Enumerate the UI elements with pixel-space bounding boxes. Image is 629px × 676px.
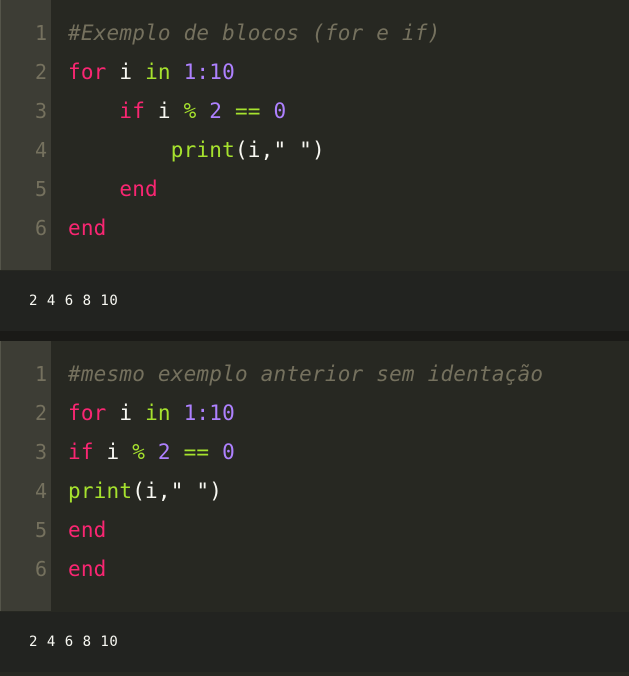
code-text: if i % 2 == 0: [68, 440, 235, 464]
line-number: 6: [34, 215, 47, 240]
code-token: #Exemplo de blocos (for e if): [68, 20, 441, 45]
code-token: in: [145, 59, 171, 84]
code-token: end: [68, 215, 107, 240]
code-token: 2: [157, 439, 171, 464]
code-token: (i," "): [234, 137, 325, 162]
cell-divider: [0, 331, 629, 341]
code-text: end: [68, 216, 107, 240]
code-token: 1:10: [183, 400, 235, 425]
line-number: 5: [34, 517, 47, 542]
line-number: 1: [34, 361, 47, 386]
code-line[interactable]: 1 #mesmo exemplo anterior sem identação: [0, 354, 629, 393]
cell-output: 2 4 6 8 10: [0, 611, 629, 672]
code-line[interactable]: 3 if i % 2 == 0: [0, 432, 629, 471]
code-token: for: [68, 400, 107, 425]
code-text: #Exemplo de blocos (for e if): [68, 21, 440, 45]
code-line[interactable]: 6 end: [0, 208, 629, 247]
code-token: print: [170, 137, 235, 162]
code-token: ==: [183, 439, 210, 464]
code-token: ==: [234, 98, 261, 123]
code-token: end: [68, 517, 107, 542]
code-token: if: [68, 439, 94, 464]
code-line[interactable]: 3 if i % 2 == 0: [0, 91, 629, 130]
code-token: if: [119, 98, 146, 123]
code-text: print(i," "): [68, 138, 325, 162]
line-number: 6: [34, 556, 47, 581]
code-text: if i % 2 == 0: [68, 99, 286, 123]
code-line[interactable]: 2 for i in 1:10: [0, 52, 629, 91]
code-cell-2[interactable]: 1 #mesmo exemplo anterior sem identação 2 f…: [0, 341, 629, 672]
code-token: i: [93, 439, 133, 464]
code-editor[interactable]: 1 #mesmo exemplo anterior sem identação 2 f…: [0, 341, 629, 611]
line-number: 4: [34, 137, 47, 162]
code-line[interactable]: 4 print(i," "): [0, 130, 629, 169]
code-token: for: [68, 59, 107, 84]
cell-output: 2 4 6 8 10: [0, 270, 629, 331]
line-number: 1: [34, 20, 47, 45]
code-token: in: [145, 400, 171, 425]
code-token: i: [106, 400, 146, 425]
code-text: end: [68, 557, 107, 581]
code-line[interactable]: 2 for i in 1:10: [0, 393, 629, 432]
code-token: #mesmo exemplo anterior sem identação: [68, 361, 544, 386]
line-number: 2: [34, 400, 47, 425]
code-token: print: [68, 478, 133, 503]
code-token: end: [68, 556, 107, 581]
code-token: (i," "): [132, 478, 223, 503]
code-token: %: [183, 98, 197, 123]
code-token: end: [119, 176, 158, 201]
line-number: 5: [34, 176, 47, 201]
code-line[interactable]: 5 end: [0, 510, 629, 549]
code-token: 1:10: [183, 59, 235, 84]
code-line[interactable]: 1 #Exemplo de blocos (for e if): [0, 13, 629, 52]
code-token: i: [145, 98, 184, 123]
code-token: %: [132, 439, 146, 464]
code-text: for i in 1:10: [68, 401, 235, 425]
code-token: 2: [209, 98, 223, 123]
code-text: end: [68, 518, 107, 542]
code-line[interactable]: 5 end: [0, 169, 629, 208]
code-text: #mesmo exemplo anterior sem identação: [68, 362, 543, 386]
code-line[interactable]: 4 print(i," "): [0, 471, 629, 510]
code-editor[interactable]: 1 #Exemplo de blocos (for e if) 2 for i in …: [0, 0, 629, 270]
output-text: 2 4 6 8 10: [29, 293, 119, 309]
code-cell-1[interactable]: 1 #Exemplo de blocos (for e if) 2 for i in …: [0, 0, 629, 331]
line-number: 4: [34, 478, 47, 503]
line-number: 2: [34, 59, 47, 84]
line-number: 3: [34, 98, 47, 123]
code-text: for i in 1:10: [68, 60, 235, 84]
output-text: 2 4 6 8 10: [29, 634, 119, 650]
code-line[interactable]: 6 end: [0, 549, 629, 588]
code-token: 0: [222, 439, 235, 464]
line-number: 3: [34, 439, 47, 464]
notebook: 1 #Exemplo de blocos (for e if) 2 for i in …: [0, 0, 629, 672]
code-text: print(i," "): [68, 479, 222, 503]
code-token: 0: [273, 98, 287, 123]
code-text: end: [68, 177, 158, 201]
code-token: i: [106, 59, 146, 84]
